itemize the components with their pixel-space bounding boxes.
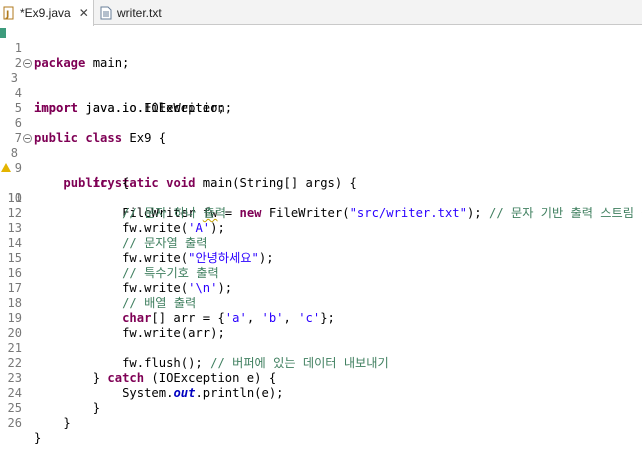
close-icon[interactable]: ✕ <box>79 6 89 20</box>
code-line: 26 } <box>7 416 42 445</box>
code-line: 7 <box>14 131 22 145</box>
code-line: 11 // 문자 하나 출력 <box>7 191 227 220</box>
fold-toggle-icon[interactable] <box>23 134 32 143</box>
code-line: 24 } <box>7 386 101 415</box>
code-line: 13 // 문자열 출력 <box>7 221 208 250</box>
code-line: 4 import java.io.IOException; <box>14 86 233 115</box>
code-line: 23 System.out.println(e); <box>7 371 284 400</box>
tab-label: *Ex9.java <box>20 6 71 20</box>
code-line: 19 fw.write(arr); <box>7 311 225 340</box>
code-editor[interactable]: 1 package main; 2 3 import java.io.FileW… <box>0 26 642 445</box>
java-file-icon: J <box>2 6 16 20</box>
code-line: 3 import java.io.FileWriter; <box>0 56 642 115</box>
text-file-icon <box>99 6 113 20</box>
tab-ex9-java[interactable]: J *Ex9.java ✕ <box>0 0 94 26</box>
fold-toggle-icon[interactable] <box>23 59 32 68</box>
code-line: 10 FileWriter fw = new FileWriter("src/w… <box>0 161 642 220</box>
code-line: 25 } <box>7 401 71 430</box>
code-line: 9 try { <box>14 161 130 190</box>
code-line: 6 public class Ex9 { <box>14 116 167 145</box>
code-line: 1 package main; <box>14 41 130 70</box>
tab-label: writer.txt <box>117 5 162 20</box>
tab-writer-txt[interactable]: writer.txt <box>97 0 187 25</box>
code-line: 8 public static void main(String[] args)… <box>0 131 642 190</box>
code-line: 14 fw.write("안녕하세요"); <box>7 236 274 265</box>
code-line: 2 <box>14 56 22 70</box>
svg-text:J: J <box>5 10 9 20</box>
code-line: 12 fw.write('A'); <box>7 206 225 235</box>
code-line: 18 char[] arr = {'a', 'b', 'c'}; <box>7 296 335 325</box>
code-line: 15 // 특수기호 출력 <box>7 251 219 280</box>
code-line: 22 } catch (IOException e) { <box>7 356 277 385</box>
code-line: 17 // 배열 출력 <box>7 281 197 310</box>
code-line: 5 <box>14 101 22 115</box>
code-line: 16 fw.write('\n'); <box>7 266 233 295</box>
code-line: 20 <box>7 326 22 340</box>
editor-tab-bar: J *Ex9.java ✕ writer.txt <box>0 0 642 26</box>
warning-icon[interactable] <box>1 163 11 172</box>
code-line: 21 fw.flush(); // 버퍼에 있는 데이터 내보내기 <box>7 341 389 370</box>
